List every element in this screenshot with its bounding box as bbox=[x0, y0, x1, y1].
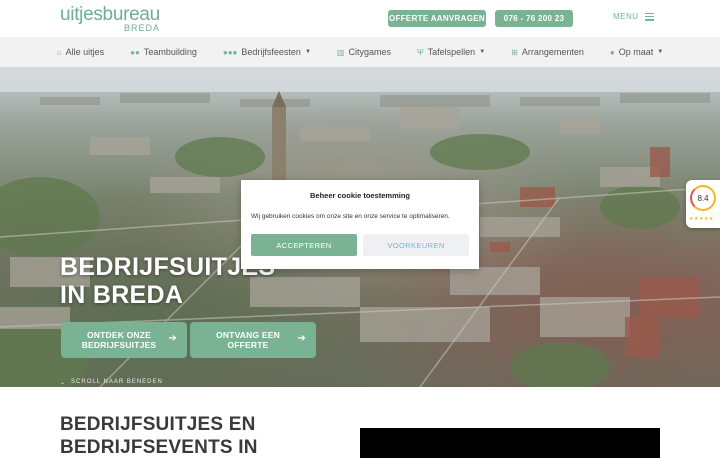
nav-item-label: Op maat bbox=[618, 47, 654, 57]
section-title-line: BEDRIJFSEVENTS IN bbox=[60, 437, 258, 458]
chevron-down-icon: ▼ bbox=[657, 49, 664, 55]
cutlery-icon: Ψ bbox=[416, 47, 424, 57]
section-title: BEDRIJFSUITJES EN BEDRIJFSEVENTS IN bbox=[60, 413, 258, 459]
phone-button[interactable]: 076 - 76 200 23 bbox=[495, 10, 573, 27]
city-icon: ▥ bbox=[336, 47, 345, 57]
request-quote-button[interactable]: ONTVANG EEN OFFERTE ➔ bbox=[190, 322, 316, 358]
main-nav: ⌂ Alle uitjes ●● Teambuilding ●●● Bedrij… bbox=[0, 37, 720, 67]
cookie-text: Wij gebruiken cookies om onze site en on… bbox=[251, 213, 450, 220]
menu-button[interactable]: MENU bbox=[613, 12, 654, 21]
chevron-down-icon: ⌄ bbox=[60, 380, 67, 386]
button-label-line: ONTVANG EEN bbox=[216, 330, 280, 340]
review-badge[interactable]: 8.4 ★★★★★ bbox=[686, 180, 720, 228]
nav-item-label: Tafelspellen bbox=[427, 47, 476, 57]
site-header: uitjesbureau BREDA OFFERTE AANVRAGEN 076… bbox=[0, 0, 720, 37]
offerte-button[interactable]: OFFERTE AANVRAGEN bbox=[388, 10, 486, 27]
grid-icon: ⊞ bbox=[511, 47, 518, 57]
arrow-right-icon: ➔ bbox=[297, 333, 306, 344]
hamburger-icon bbox=[644, 12, 654, 21]
cookie-consent-dialog: Beheer cookie toestemming Wij gebruiken … bbox=[241, 180, 479, 269]
button-label: ONTVANG EEN OFFERTE bbox=[208, 330, 288, 350]
nav-item-teambuilding[interactable]: ●● Teambuilding bbox=[117, 47, 210, 57]
tag-icon: ⌂ bbox=[56, 47, 62, 57]
chevron-down-icon: ▼ bbox=[304, 49, 311, 55]
nav-item-alle-uitjes[interactable]: ⌂ Alle uitjes bbox=[44, 47, 117, 57]
button-label-line: ONTDEK ONZE bbox=[86, 330, 152, 340]
button-label-line: OFFERTE bbox=[227, 340, 269, 350]
review-score: 8.4 bbox=[690, 185, 716, 211]
arrow-right-icon: ➔ bbox=[168, 333, 177, 344]
cookie-title: Beheer cookie toestemming bbox=[309, 191, 411, 200]
cookie-preferences-button[interactable]: VOORKEUREN bbox=[363, 234, 469, 256]
menu-label: MENU bbox=[613, 12, 639, 21]
nav-item-citygames[interactable]: ▥ Citygames bbox=[324, 47, 404, 57]
nav-item-label: Bedrijfsfeesten bbox=[241, 47, 301, 57]
scroll-down-link[interactable]: ⌄ SCROLL NAAR BENEDEN bbox=[60, 379, 163, 386]
accept-cookies-button[interactable]: ACCEPTEREN bbox=[251, 234, 357, 256]
logo-city: BREDA bbox=[123, 23, 160, 33]
chevron-down-icon: ▼ bbox=[479, 49, 486, 55]
nav-item-op-maat[interactable]: ● Op maat ▼ bbox=[597, 47, 676, 57]
nav-item-arrangementen[interactable]: ⊞ Arrangementen bbox=[498, 47, 597, 57]
scroll-hint-label: SCROLL NAAR BENEDEN bbox=[71, 379, 163, 385]
users-icon: ●● bbox=[130, 47, 140, 57]
section-title-line: BEDRIJFSUITJES EN bbox=[60, 414, 256, 435]
nav-item-label: Alle uitjes bbox=[65, 47, 105, 57]
nav-item-label: Citygames bbox=[348, 47, 391, 57]
nav-item-label: Arrangementen bbox=[521, 47, 584, 57]
nav-item-label: Teambuilding bbox=[143, 47, 197, 57]
bulb-icon: ● bbox=[609, 47, 615, 57]
button-label: ONTDEK ONZE BEDRIJFSUITJES bbox=[79, 330, 159, 350]
logo[interactable]: uitjesbureau BREDA bbox=[60, 4, 170, 34]
button-label-line: BEDRIJFSUITJES bbox=[81, 340, 157, 350]
nav-item-tafelspellen[interactable]: Ψ Tafelspellen ▼ bbox=[404, 47, 498, 57]
hero-title-line: IN BREDA bbox=[60, 281, 184, 309]
discover-outings-button[interactable]: ONTDEK ONZE BEDRIJFSUITJES ➔ bbox=[61, 322, 187, 358]
star-rating-icon: ★★★★★ bbox=[689, 216, 714, 222]
group-icon: ●●● bbox=[222, 47, 238, 57]
video-player[interactable] bbox=[360, 428, 660, 458]
nav-item-bedrijfsfeesten[interactable]: ●●● Bedrijfsfeesten ▼ bbox=[210, 47, 324, 57]
